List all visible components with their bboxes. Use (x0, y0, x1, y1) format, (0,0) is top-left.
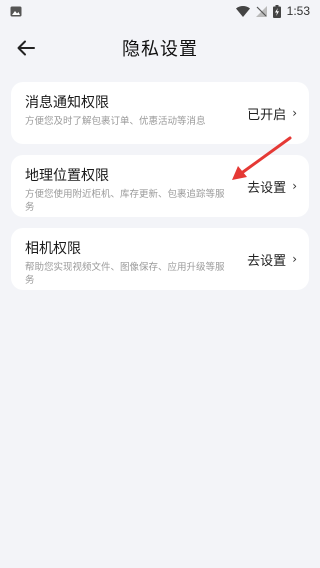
wifi-icon (235, 5, 250, 17)
permission-desc: 方便您使用附近柜机、库存更新、包裹追踪等服务 (25, 189, 225, 213)
permission-desc: 帮助您实现视频文件、图像保存、应用升级等服务 (25, 262, 225, 286)
permission-status: 已开启 (247, 107, 287, 123)
no-signal-icon (255, 5, 267, 17)
chevron-right-icon: › (292, 106, 297, 120)
battery-charging-icon (272, 4, 281, 18)
status-time: 1:53 (286, 4, 310, 18)
permission-name: 消息通知权限 (25, 95, 109, 111)
page-title: 隐私设置 (122, 39, 198, 60)
page-header: 隐私设置 (0, 26, 320, 70)
gallery-notification-icon (10, 6, 22, 16)
permission-status: 去设置 (247, 180, 287, 196)
permission-card-location[interactable]: 地理位置权限 方便您使用附近柜机、库存更新、包裹追踪等服务 去设置 › (11, 155, 309, 217)
permission-status: 去设置 (247, 253, 287, 269)
chevron-right-icon: › (292, 252, 297, 266)
back-arrow-icon (17, 40, 35, 56)
permission-card-notification[interactable]: 消息通知权限 方便您及时了解包裹订单、优惠活动等消息 已开启 › (11, 82, 309, 144)
chevron-right-icon: › (292, 179, 297, 193)
back-button[interactable] (14, 36, 38, 60)
permission-desc: 方便您及时了解包裹订单、优惠活动等消息 (25, 116, 206, 127)
status-bar: 1:53 (0, 0, 320, 22)
permission-card-camera[interactable]: 相机权限 帮助您实现视频文件、图像保存、应用升级等服务 去设置 › (11, 228, 309, 290)
permission-name: 相机权限 (25, 241, 81, 257)
permission-name: 地理位置权限 (25, 168, 109, 184)
